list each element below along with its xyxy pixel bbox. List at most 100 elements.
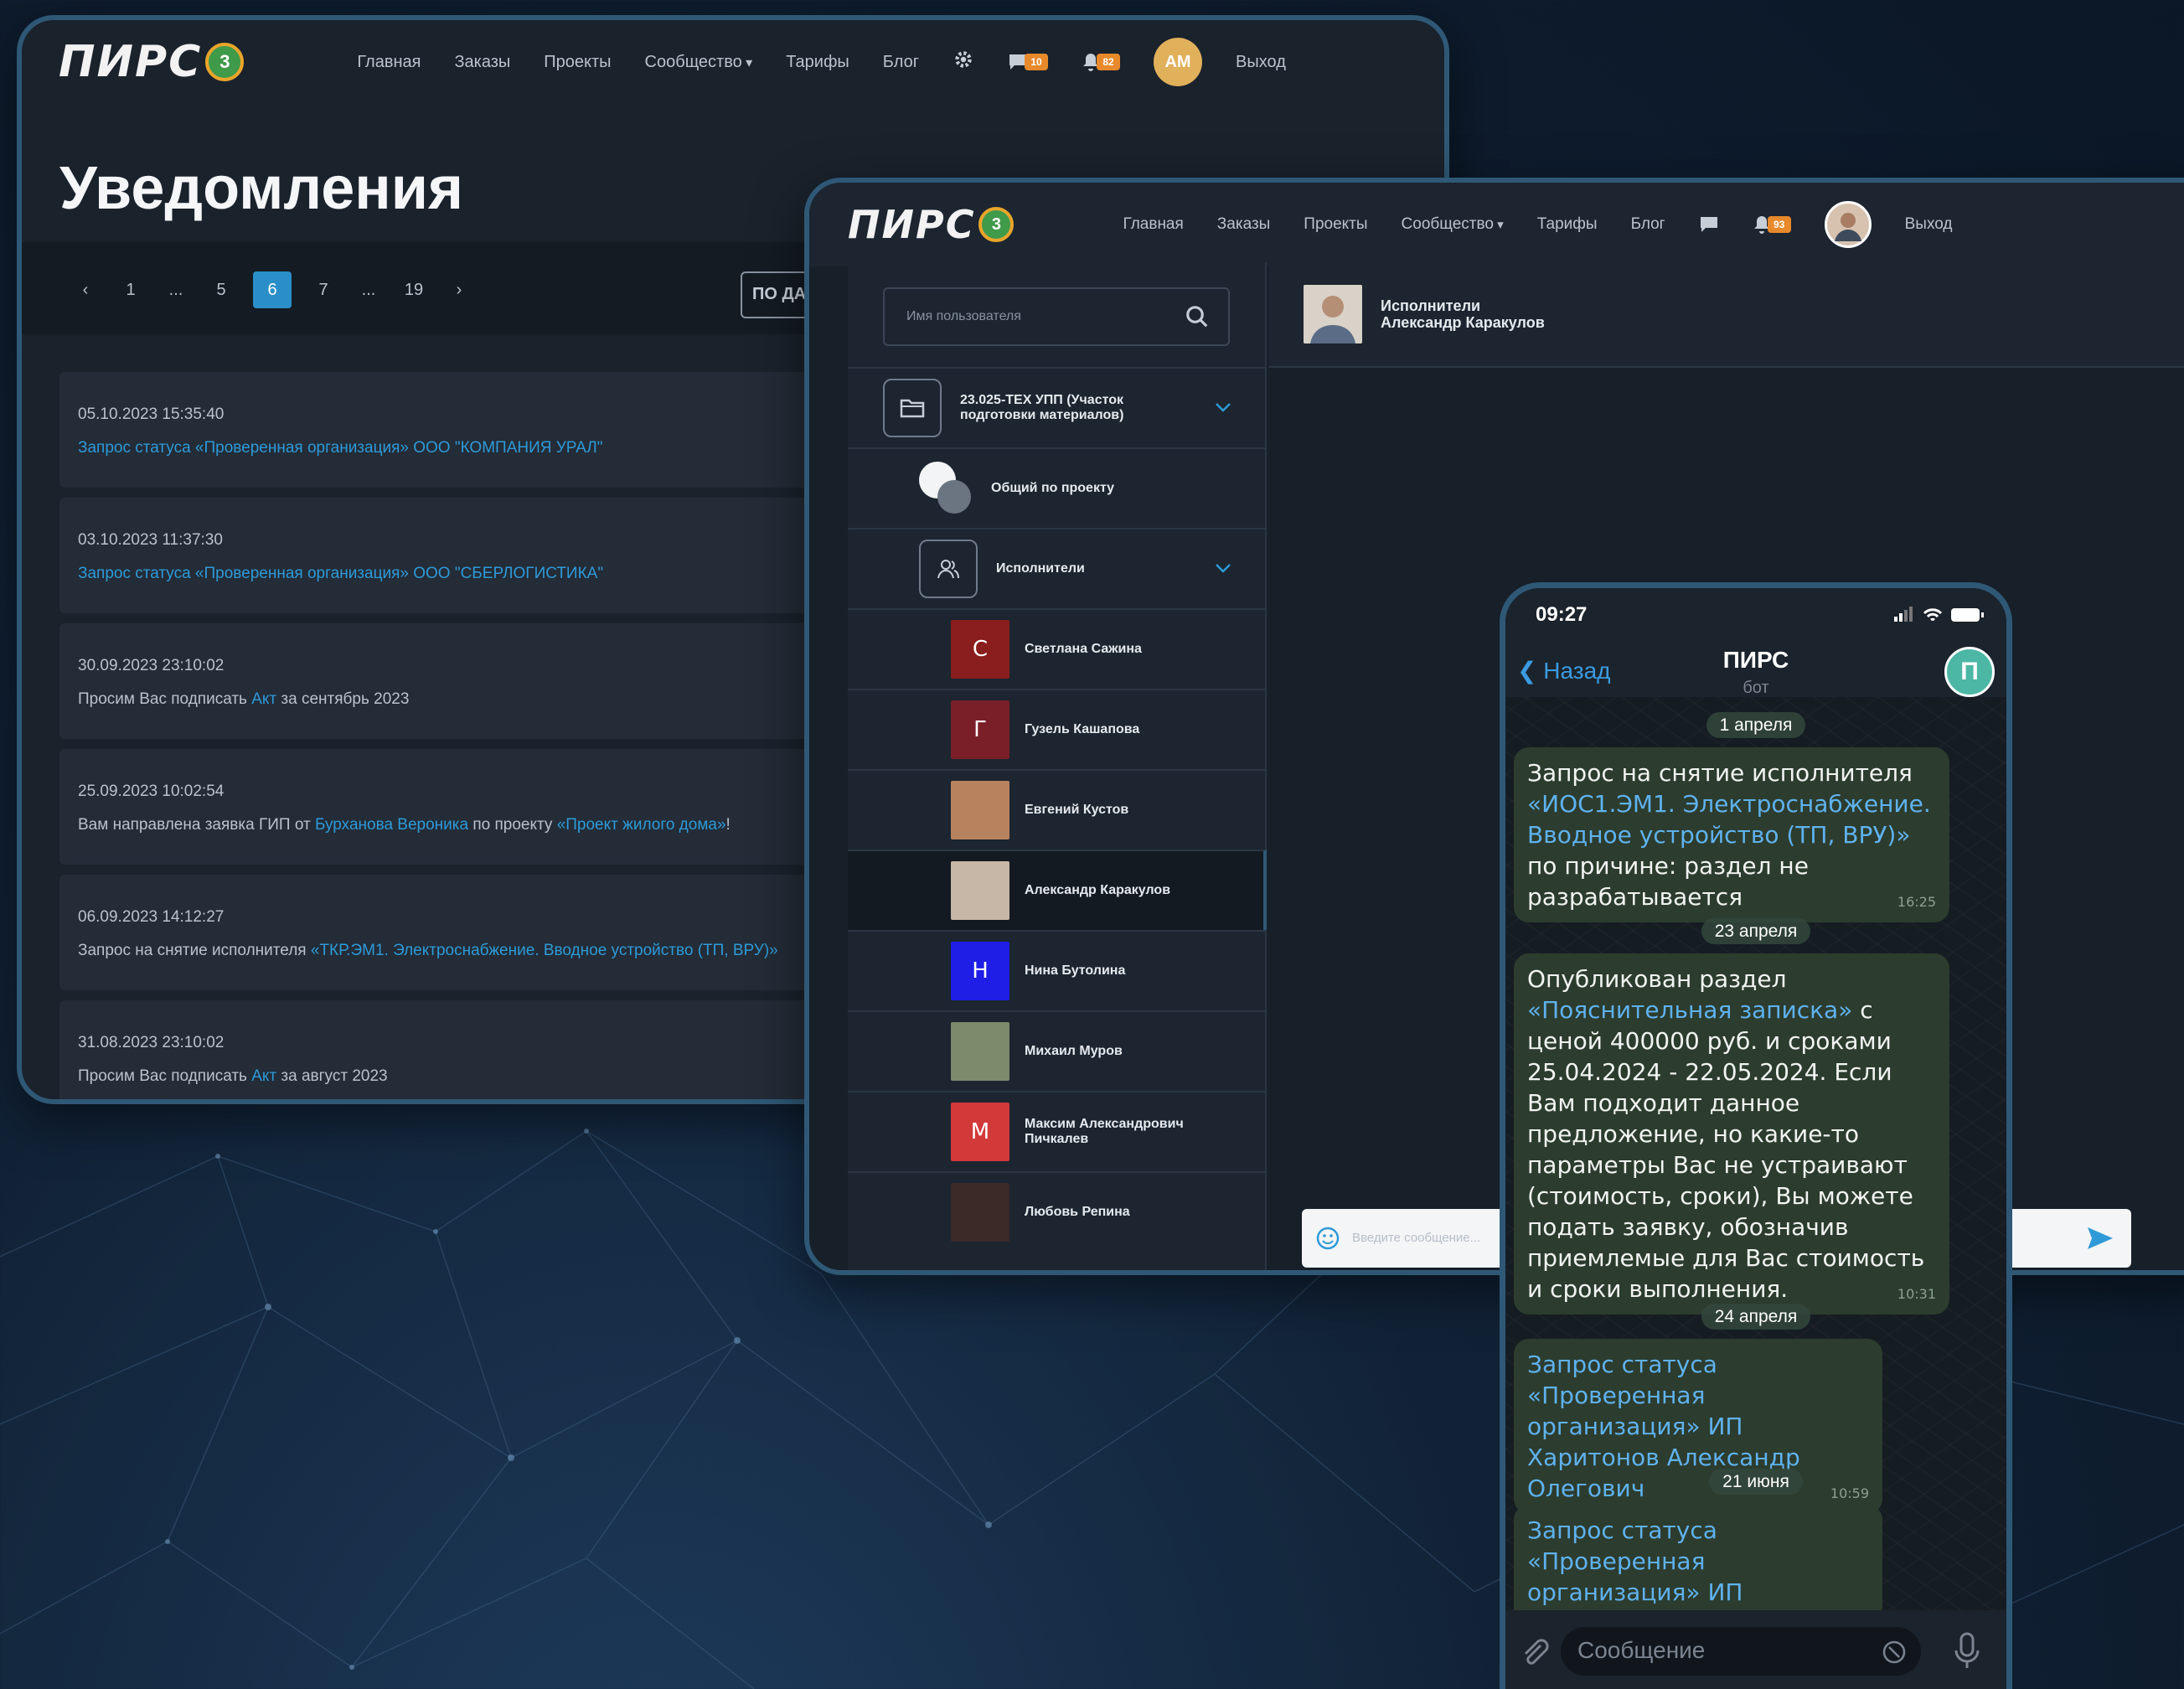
member-name: Евгений Кустов <box>1025 803 1129 817</box>
date-label: 23 апреля <box>1701 918 1811 944</box>
member-row[interactable]: Михаил Муров <box>848 1010 1267 1091</box>
logo-text: ПИРС <box>59 37 203 87</box>
main-nav: Главная Заказы Проекты Сообщество Тарифы… <box>1123 201 1952 248</box>
chat-icon[interactable] <box>1699 215 1719 234</box>
notification-card[interactable]: 30.09.2023 23:10:02 Просим Вас подписать … <box>59 623 897 739</box>
notification-link[interactable]: Запрос статуса «Проверенная организация»… <box>78 565 603 582</box>
page-ellipsis: ... <box>361 280 376 299</box>
notification-card[interactable]: 06.09.2023 14:12:27 Запрос на снятие испо… <box>59 875 897 990</box>
member-avatar <box>951 1183 1009 1242</box>
nav-home[interactable]: Главная <box>357 53 421 72</box>
message-link[interactable]: «Пояснительная записка» <box>1527 996 1852 1024</box>
chat-avatar <box>1304 285 1362 343</box>
member-row[interactable]: М Максим Александрович Пичкалев <box>848 1091 1267 1171</box>
send-icon[interactable] <box>2086 1226 2114 1251</box>
header: ПИРС 3 Главная Заказы Проекты Сообщество… <box>22 20 1444 104</box>
member-row[interactable]: Н Нина Бутолина <box>848 930 1267 1010</box>
pagination: ‹ 1 ... 5 6 7 ... 19 › <box>72 271 472 308</box>
page-link[interactable]: 19 <box>400 281 427 300</box>
page-link[interactable]: 7 <box>310 281 337 300</box>
logout-link[interactable]: Выход <box>1905 215 1953 234</box>
member-avatar: М <box>951 1103 1009 1161</box>
emoji-icon[interactable] <box>1315 1226 1340 1251</box>
nav-community[interactable]: Сообщество <box>645 53 753 72</box>
message-time: 10:31 <box>1897 1286 1936 1302</box>
page-link[interactable]: 5 <box>208 281 235 300</box>
chat-title: Исполнители Александр Каракулов <box>1381 297 1545 331</box>
chevron-down-icon[interactable] <box>1213 397 1233 417</box>
notifications-count: 93 <box>1767 216 1791 233</box>
chevron-down-icon[interactable] <box>1213 558 1233 578</box>
nav-projects[interactable]: Проекты <box>1304 215 1367 234</box>
message-time: 16:25 <box>1897 894 1936 910</box>
notification-link[interactable]: Акт <box>251 1067 276 1085</box>
notification-card[interactable]: 31.08.2023 23:10:02 Просим Вас подписать … <box>59 1000 897 1099</box>
attachment-icon[interactable] <box>1517 1635 1551 1669</box>
member-row[interactable]: Любовь Репина <box>848 1171 1267 1252</box>
user-search-input[interactable]: Имя пользователя <box>883 287 1230 346</box>
notification-text-part: за сентябрь 2023 <box>276 690 410 708</box>
member-name: Гузель Кашапова <box>1025 722 1140 736</box>
member-name: Александр Каракулов <box>1025 883 1171 897</box>
notification-link[interactable]: Бурханова Вероника <box>315 816 468 834</box>
message-link[interactable]: «ИОС1.ЭМ1. Электроснабжение. Вводное уст… <box>1527 790 1931 849</box>
chevron-right-icon[interactable]: › <box>446 281 472 300</box>
general-chat-row[interactable]: Общий по проекту <box>848 447 1267 528</box>
notification-card[interactable]: 03.10.2023 11:37:30 Запрос статуса «Прове… <box>59 498 897 613</box>
search-icon[interactable] <box>1185 304 1210 329</box>
message-text: Опубликован раздел <box>1527 965 1787 993</box>
notification-link[interactable]: Запрос статуса «Проверенная организация»… <box>78 439 603 457</box>
notification-card[interactable]: 05.10.2023 15:35:40 Запрос статуса «Прове… <box>59 372 897 488</box>
group-row[interactable]: Исполнители <box>848 528 1267 608</box>
compose-input[interactable]: Сообщение <box>1561 1627 1921 1676</box>
notifications-button[interactable]: 93 <box>1753 214 1791 235</box>
notifications-button[interactable]: 82 <box>1082 52 1121 72</box>
page-link[interactable]: 1 <box>117 281 144 300</box>
member-avatar: Н <box>951 942 1009 1000</box>
messages-count: 10 <box>1025 54 1049 70</box>
user-avatar[interactable] <box>1824 201 1872 248</box>
bot-name: ПИРС <box>1722 647 1789 673</box>
project-row[interactable]: 23.025-ТЕХ УПП (Участок подготовки матер… <box>848 367 1267 447</box>
microphone-icon[interactable] <box>1953 1632 1981 1671</box>
bot-message: Запрос на снятие исполнителя «ИОС1.ЭМ1. … <box>1514 747 1949 922</box>
sticker-icon[interactable] <box>1881 1639 1908 1666</box>
nav-home[interactable]: Главная <box>1123 215 1183 234</box>
bot-avatar[interactable]: П <box>1944 647 1995 697</box>
member-row[interactable]: Евгений Кустов <box>848 769 1267 850</box>
member-row[interactable]: С Светлана Сажина <box>848 608 1267 689</box>
gear-icon[interactable] <box>953 49 974 75</box>
nav-blog[interactable]: Блог <box>1631 215 1665 234</box>
nav-orders[interactable]: Заказы <box>454 53 510 72</box>
messages-button[interactable]: 10 <box>1008 53 1049 71</box>
logo[interactable]: ПИРС 3 <box>59 37 245 87</box>
notification-link[interactable]: Акт <box>251 690 276 708</box>
message-text: по причине: раздел не разрабатывается <box>1527 852 1809 911</box>
member-row[interactable]: Александр Каракулов <box>848 850 1267 930</box>
signal-wifi-battery-icon <box>1894 607 1984 622</box>
nav-blog[interactable]: Блог <box>883 53 919 72</box>
user-avatar[interactable]: АМ <box>1154 38 1203 86</box>
member-row[interactable]: Г Гузель Кашапова <box>848 689 1267 769</box>
notification-text: Запрос на снятие исполнителя «ТКР.ЭМ1. Э… <box>78 942 778 960</box>
notification-text: Просим Вас подписать Акт за август 2023 <box>78 1067 388 1086</box>
notification-link[interactable]: «ТКР.ЭМ1. Электроснабжение. Вводное устр… <box>311 942 778 959</box>
date-label: 21 июня <box>1709 1469 1803 1495</box>
logout-link[interactable]: Выход <box>1236 53 1286 72</box>
page-link-active[interactable]: 6 <box>253 271 292 308</box>
nav-tariffs[interactable]: Тарифы <box>1537 215 1598 234</box>
nav-projects[interactable]: Проекты <box>544 53 611 72</box>
notification-text-part: ! <box>725 816 731 834</box>
notification-date: 05.10.2023 15:35:40 <box>78 405 225 423</box>
notification-card[interactable]: 25.09.2023 10:02:54 Вам направлена заявка… <box>59 749 897 865</box>
nav-tariffs[interactable]: Тарифы <box>786 53 849 72</box>
notification-text: Просим Вас подписать Акт за сентябрь 202… <box>78 690 409 709</box>
chat-title-person: Александр Каракулов <box>1381 314 1545 331</box>
notification-link[interactable]: «Проект жилого дома» <box>557 816 726 834</box>
logo[interactable]: ПИРС 3 <box>848 202 1015 247</box>
general-chat-icon <box>919 462 973 515</box>
nav-orders[interactable]: Заказы <box>1217 215 1271 234</box>
chevron-left-icon[interactable]: ‹ <box>72 281 99 300</box>
nav-community[interactable]: Сообщество <box>1402 215 1504 234</box>
notifications-count: 82 <box>1097 54 1121 70</box>
